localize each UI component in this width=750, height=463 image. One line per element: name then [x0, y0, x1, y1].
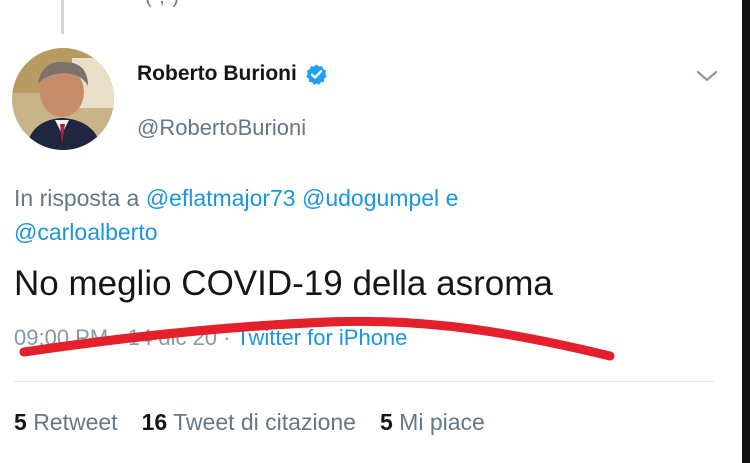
author-block[interactable]: Roberto Burioni	[137, 62, 328, 86]
retweets-stat[interactable]: 5 Retweet	[14, 409, 118, 436]
chevron-down-icon[interactable]	[695, 66, 719, 86]
retweets-count: 5	[14, 409, 27, 435]
avatar[interactable]	[12, 48, 114, 150]
tweet-text: No meglio COVID-19 della asroma	[14, 264, 553, 303]
likes-label: Mi piace	[399, 409, 485, 435]
divider	[14, 381, 714, 382]
likes-count: 5	[379, 409, 393, 435]
author-handle[interactable]: @RobertoBurioni	[137, 115, 306, 141]
quotes-stat[interactable]: 16 Tweet di citazione	[142, 409, 356, 436]
mention-link[interactable]: @eflatmajor73	[146, 185, 296, 211]
tweet-detail-view: ( , ) Roberto Burioni @RobertoBurioni In…	[0, 0, 750, 463]
quotes-label: Tweet di citazione	[173, 409, 356, 435]
likes-stat[interactable]: 5 Mi piace	[380, 409, 485, 436]
mention-link[interactable]: @carloalberto	[14, 219, 158, 245]
tweet-source-link[interactable]: Twitter for iPhone	[236, 325, 407, 350]
reply-prefix: In risposta a	[14, 185, 140, 211]
meta-separator: ·	[114, 325, 122, 350]
thread-connector-line	[61, 0, 64, 34]
reply-conjunction: e	[445, 185, 459, 211]
mention-link[interactable]: @udogumpel	[302, 185, 439, 211]
author-name[interactable]: Roberto Burioni	[137, 62, 297, 86]
screen-edge	[742, 0, 750, 463]
reply-context: In risposta a @eflatmajor73 @udogumpel e…	[14, 181, 654, 249]
tweet-metadata: 09:00 PM · 14 dic 20 · Twitter for iPhon…	[14, 325, 407, 351]
tweet-time[interactable]: 09:00 PM	[14, 325, 108, 350]
verified-badge-icon	[306, 63, 327, 85]
previous-tweet-fragment: ( , )	[145, 0, 180, 9]
meta-separator: ·	[223, 325, 231, 350]
tweet-date[interactable]: 14 dic 20	[128, 325, 217, 350]
quotes-count: 16	[141, 409, 168, 435]
tweet-stats: 5 Retweet 16 Tweet di citazione 5 Mi pia…	[14, 409, 485, 436]
avatar-photo-icon	[12, 48, 114, 150]
retweets-label: Retweet	[33, 409, 118, 435]
